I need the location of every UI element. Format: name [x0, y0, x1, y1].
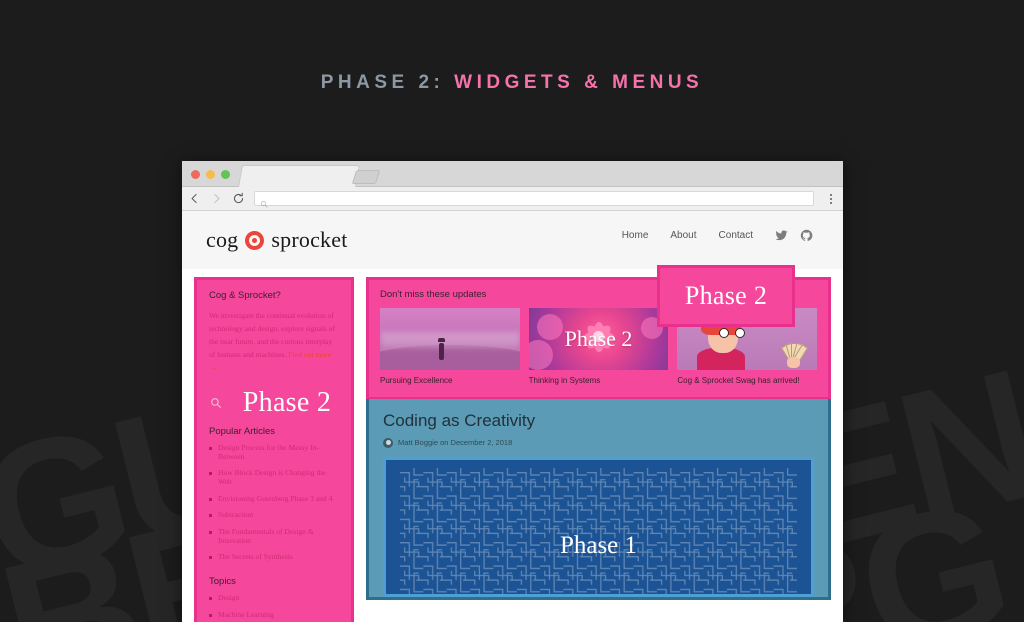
popular-articles-heading: Popular Articles — [209, 426, 276, 438]
sidebar-widget-area: Cog & Sprocket? We investigate the conti… — [194, 277, 354, 622]
slide-title-prefix: PHASE 2: — [320, 72, 445, 93]
list-item[interactable]: The Fundamentals of Design & Innovation — [209, 528, 339, 545]
window-controls — [191, 170, 230, 179]
topics-widget: Topics Design Machine Learning Publishin… — [209, 576, 339, 622]
new-tab-button[interactable] — [351, 170, 381, 184]
search-icon[interactable] — [210, 396, 222, 409]
figure-label: Phase 1 — [559, 531, 638, 559]
update-card-1[interactable]: Pursuing Excellence — [380, 308, 520, 387]
page-viewport: cog sprocket Home About Contact Phase 2 … — [182, 211, 843, 622]
annotation-box-search: Phase 2 — [227, 384, 347, 422]
twitter-icon[interactable] — [775, 229, 788, 242]
nav-item-home[interactable]: Home — [622, 230, 649, 241]
slide-title-emphasis: WIDGETS & MENUS — [454, 72, 704, 93]
thumbnail-overlay-label: Phase 2 — [564, 326, 633, 351]
list-item[interactable]: Machine Learning — [209, 610, 339, 619]
sidebar-search-widget: Phase 2 — [209, 382, 339, 424]
avatar — [383, 437, 393, 448]
address-bar[interactable] — [254, 191, 814, 208]
popular-articles-list: Design Process for the Messy In-Between … — [209, 444, 339, 562]
annotation-search-label: Phase 2 — [242, 387, 332, 419]
site-logo[interactable]: cog sprocket — [206, 227, 348, 253]
nav-item-contact[interactable]: Contact — [719, 230, 753, 241]
update-card-caption: Thinking in Systems — [528, 376, 601, 385]
logo-word-cog: cog — [206, 227, 239, 252]
search-icon — [260, 195, 268, 208]
reload-icon[interactable] — [232, 192, 245, 205]
back-arrow-icon[interactable] — [188, 192, 201, 205]
article-byline: Matt Boggie on December 2, 2018 — [398, 438, 513, 448]
update-card-caption: Cog & Sprocket Swag has arrived! — [677, 376, 800, 385]
hiker-in-mist-thumbnail — [380, 308, 520, 370]
browser-toolbar — [182, 187, 843, 211]
sidebar-about-text: We investigate the continual evolution o… — [209, 309, 339, 374]
main-column: Don't miss these updates Pursuing Excell… — [366, 277, 831, 622]
browser-tab-active[interactable] — [238, 165, 360, 187]
list-item[interactable]: How Block Design is Changing the Web — [209, 469, 339, 486]
kebab-menu-icon[interactable] — [825, 193, 837, 204]
maximize-window-button[interactable] — [221, 170, 230, 179]
list-item[interactable]: Subtraction — [209, 511, 339, 519]
nav-item-about[interactable]: About — [670, 230, 696, 241]
logo-word-sprocket: sprocket — [271, 227, 348, 252]
list-item[interactable]: Design — [209, 593, 339, 602]
pink-floral-thumbnail: Phase 2 — [528, 308, 669, 370]
social-links — [775, 229, 813, 242]
site-navigation: Home About Contact — [622, 229, 813, 242]
close-window-button[interactable] — [191, 170, 200, 179]
cog-icon — [245, 230, 265, 250]
sidebar-about-title: Cog & Sprocket? — [209, 290, 281, 301]
article-meta: Matt Boggie on December 2, 2018 — [383, 437, 814, 448]
site-header: cog sprocket Home About Contact Phase 2 — [182, 211, 843, 327]
page-content: Cog & Sprocket? We investigate the conti… — [182, 277, 843, 622]
list-item[interactable]: The Secrets of Synthesis — [209, 553, 339, 561]
topics-heading: Topics — [209, 575, 236, 587]
update-card-2[interactable]: Phase 2 Thinking in Systems — [528, 308, 669, 387]
article-section: Coding as Creativity Matt Boggie on Dece… — [366, 398, 831, 600]
list-item[interactable]: Design Process for the Messy In-Between — [209, 444, 339, 461]
minimize-window-button[interactable] — [206, 170, 215, 179]
update-card-caption: Pursuing Excellence — [380, 376, 453, 385]
slide-title: PHASE 2: WIDGETS & MENUS — [0, 72, 1024, 94]
forward-arrow-icon — [210, 192, 223, 205]
github-icon[interactable] — [800, 229, 813, 242]
browser-tabbar — [182, 161, 843, 187]
browser-window: cog sprocket Home About Contact Phase 2 … — [182, 161, 843, 622]
list-item[interactable]: Envisioning Gutenberg Phase 3 and 4 — [209, 494, 339, 503]
maze-pattern-blue: Phase 1 — [383, 456, 814, 597]
topics-list: Design Machine Learning Publishing Guten… — [209, 593, 339, 622]
annotation-box-nav: Phase 2 — [657, 265, 795, 327]
annotation-nav-label: Phase 2 — [684, 281, 768, 310]
article-title: Coding as Creativity — [383, 410, 536, 430]
